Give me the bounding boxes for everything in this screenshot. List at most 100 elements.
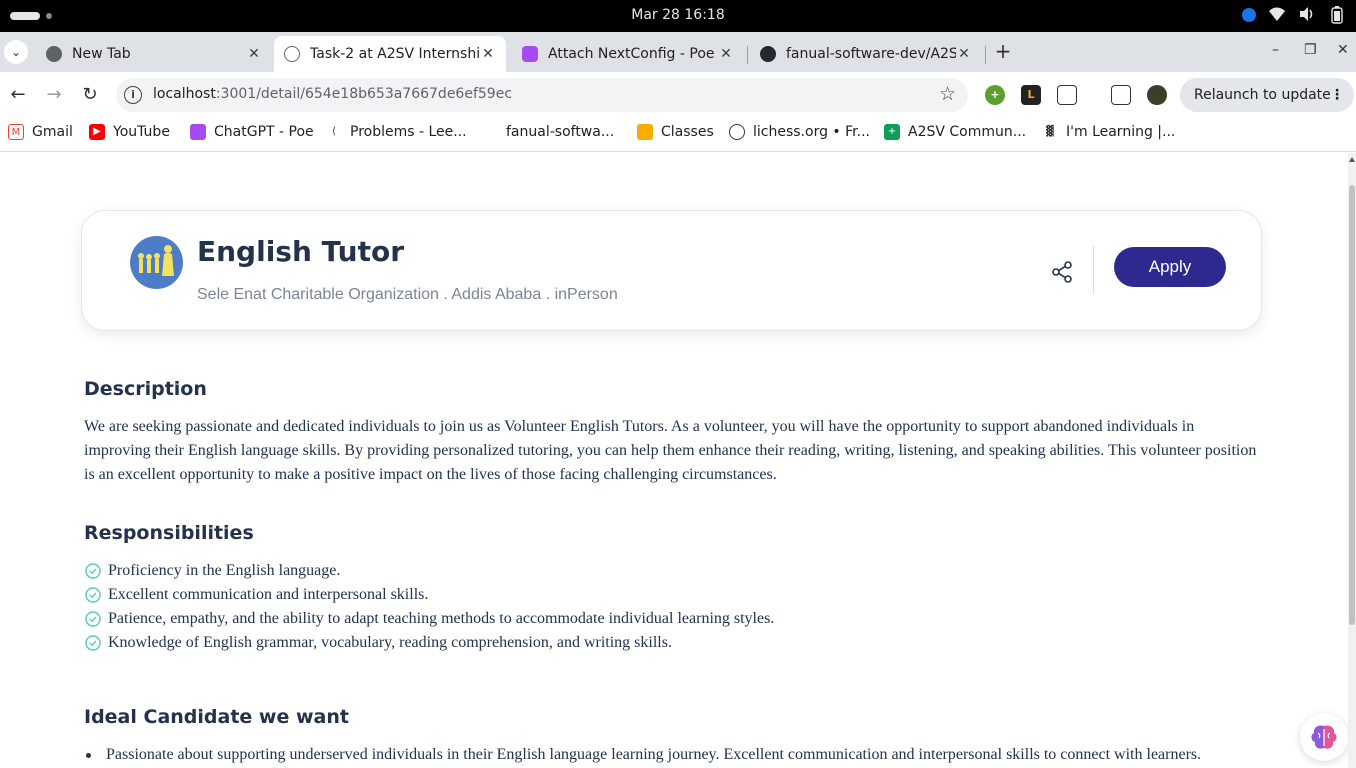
system-tray[interactable] xyxy=(1242,6,1346,24)
notification-icon[interactable] xyxy=(1242,8,1256,22)
youtube-icon: ▶ xyxy=(89,124,105,140)
list-item: Excellent communication and interpersona… xyxy=(84,583,1264,607)
gmail-icon: M xyxy=(8,124,24,140)
battery-icon[interactable] xyxy=(1328,6,1346,24)
scroll-up-arrow-icon[interactable] xyxy=(1349,157,1355,162)
ideal-candidate-list: Passionate about supporting underserved … xyxy=(84,743,1264,767)
bookmark-chatgpt-poe[interactable]: ChatGPT - Poe xyxy=(190,124,314,140)
close-window-button[interactable]: ✕ xyxy=(1337,42,1349,58)
bookmark-a2sv-community[interactable]: + A2SV Commun... xyxy=(884,124,1026,140)
minimize-icon: – xyxy=(1272,42,1279,58)
chevron-down-icon: ⌄ xyxy=(10,45,22,59)
url-text[interactable]: localhost:3001/detail/654e18b653a7667de6… xyxy=(153,86,512,102)
tab-strip: ⌄ New Tab ✕ Task-2 at A2SV Internship ✕ … xyxy=(0,32,1356,72)
bookmark-label: YouTube xyxy=(113,124,170,140)
tab-attach-nextconfig[interactable]: Attach NextConfig - Poe ✕ xyxy=(512,36,744,72)
check-circle-icon xyxy=(85,635,101,651)
tab-label: New Tab xyxy=(72,46,131,62)
relaunch-button[interactable]: Relaunch to update ⋮ xyxy=(1180,78,1354,112)
back-button[interactable]: ← xyxy=(7,84,29,106)
list-item: Proficiency in the English language. xyxy=(84,559,1264,583)
scrollbar-thumb[interactable] xyxy=(1349,185,1355,625)
responsibilities-list: Proficiency in the English language. Exc… xyxy=(84,559,1264,655)
responsibility-text: Patience, empathy, and the ability to ad… xyxy=(108,610,775,627)
tab-separator xyxy=(985,46,986,64)
list-item: Passionate about supporting underserved … xyxy=(84,743,1264,767)
reload-icon: ↻ xyxy=(82,84,98,105)
header-divider xyxy=(1093,246,1094,294)
check-circle-icon xyxy=(85,587,101,603)
responsibility-text: Excellent communication and interpersona… xyxy=(108,586,429,603)
tab-task-2[interactable]: Task-2 at A2SV Internship ✕ xyxy=(274,36,506,72)
classroom-icon xyxy=(637,124,653,140)
bookmark-star-icon[interactable]: ☆ xyxy=(939,83,956,105)
lichess-icon xyxy=(729,124,745,140)
plus-icon: + xyxy=(994,39,1012,63)
apply-button[interactable]: Apply xyxy=(1114,247,1226,287)
responsibility-text: Proficiency in the English language. xyxy=(108,562,341,579)
share-icon xyxy=(1052,261,1072,283)
job-title: English Tutor xyxy=(197,235,405,268)
bookmark-label: A2SV Commun... xyxy=(908,124,1027,140)
assistant-button[interactable] xyxy=(1300,713,1348,761)
check-circle-icon xyxy=(85,611,101,627)
minimize-button[interactable]: – xyxy=(1272,42,1279,58)
poe-icon xyxy=(522,46,538,62)
bookmark-lichess[interactable]: lichess.org • Fr... xyxy=(729,124,870,140)
responsibility-text: Knowledge of English grammar, vocabulary… xyxy=(108,634,672,651)
wifi-icon[interactable] xyxy=(1268,6,1286,24)
url-host: localhost xyxy=(153,86,216,102)
restore-button[interactable]: ❐ xyxy=(1304,42,1317,58)
new-tab-button[interactable]: + xyxy=(992,40,1014,62)
page-scrollbar[interactable] xyxy=(1348,153,1356,768)
bookmark-label: lichess.org • Fr... xyxy=(753,124,870,140)
side-panel-icon[interactable] xyxy=(1111,85,1131,105)
github-icon xyxy=(482,124,498,140)
bookmark-leetcode[interactable]: ⟨ Problems - Lee... xyxy=(328,124,467,140)
kebab-menu-icon[interactable]: ⋮ xyxy=(1330,78,1344,112)
job-header-card: English Tutor Sele Enat Charitable Organ… xyxy=(81,210,1262,331)
extension-lh-icon[interactable]: L xyxy=(1021,85,1041,105)
bookmark-im-learning[interactable]: ▓ I'm Learning |... xyxy=(1042,124,1175,140)
forward-button[interactable]: → xyxy=(43,84,65,106)
bookmark-label: Classes xyxy=(661,124,714,140)
organization-logo xyxy=(130,236,183,289)
os-clock[interactable]: Mar 28 16:18 xyxy=(0,7,1356,23)
sheets-icon: + xyxy=(884,124,900,140)
share-button[interactable] xyxy=(1050,259,1076,285)
bookmark-youtube[interactable]: ▶ YouTube xyxy=(89,124,170,140)
description-heading: Description xyxy=(84,378,207,400)
extension-plus-icon[interactable]: + xyxy=(985,85,1005,105)
tab-label: Attach NextConfig - Poe xyxy=(548,46,715,62)
responsibilities-heading: Responsibilities xyxy=(84,522,254,544)
ideal-candidate-text: Passionate about supporting underserved … xyxy=(106,746,1202,763)
browser-toolbar: ← → ↻ i localhost:3001/detail/654e18b653… xyxy=(0,72,1356,118)
close-icon[interactable]: ✕ xyxy=(480,46,496,62)
volume-icon[interactable] xyxy=(1298,6,1316,24)
bookmark-classes[interactable]: Classes xyxy=(637,124,714,140)
extensions-puzzle-icon[interactable] xyxy=(1057,85,1077,105)
brain-icon xyxy=(1311,725,1337,749)
bookmark-gmail[interactable]: M Gmail xyxy=(8,124,73,140)
bookmark-label: Gmail xyxy=(32,124,73,140)
tab-separator xyxy=(747,46,748,64)
reload-button[interactable]: ↻ xyxy=(79,84,101,106)
restore-icon: ❐ xyxy=(1304,42,1317,58)
list-item: Patience, empathy, and the ability to ad… xyxy=(84,607,1264,631)
profile-avatar[interactable] xyxy=(1147,85,1167,105)
close-icon[interactable]: ✕ xyxy=(246,46,262,62)
bookmark-label: ChatGPT - Poe xyxy=(214,124,314,140)
ideal-candidate-heading: Ideal Candidate we want xyxy=(84,706,349,728)
tab-search-button[interactable]: ⌄ xyxy=(4,40,28,64)
os-top-bar: Mar 28 16:18 xyxy=(0,0,1356,32)
bookmark-github[interactable]: fanual-softwa... xyxy=(482,124,614,140)
learning-icon: ▓ xyxy=(1046,126,1054,137)
bookmark-label: Problems - Lee... xyxy=(350,124,467,140)
bookmarks-bar: M Gmail ▶ YouTube ChatGPT - Poe ⟨ Proble… xyxy=(0,118,1356,152)
close-icon[interactable]: ✕ xyxy=(718,46,734,62)
close-icon[interactable]: ✕ xyxy=(956,46,972,62)
tab-github[interactable]: fanual-software-dev/A2SV ✕ xyxy=(750,36,982,72)
tab-new-tab[interactable]: New Tab ✕ xyxy=(36,36,272,72)
address-bar[interactable]: i localhost:3001/detail/654e18b653a7667d… xyxy=(116,78,968,112)
info-icon[interactable]: i xyxy=(124,86,142,104)
